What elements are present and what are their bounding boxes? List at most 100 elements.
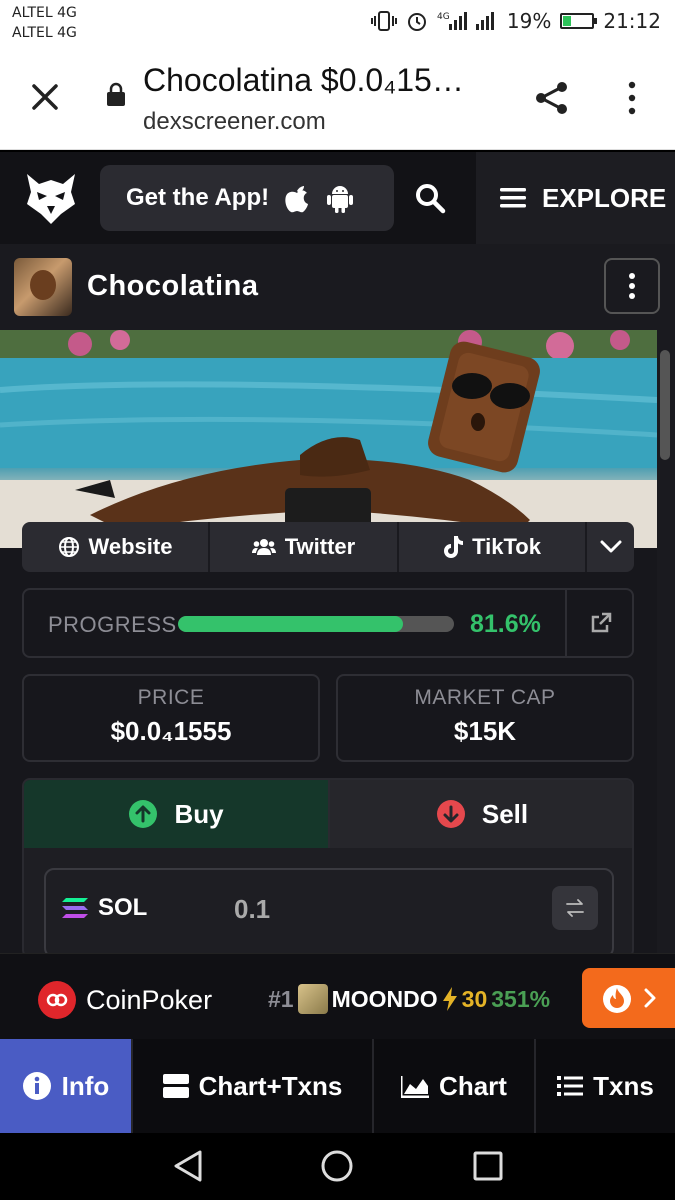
progress-bar (178, 616, 454, 632)
coinpoker-ad[interactable]: CoinPoker (38, 981, 212, 1019)
back-icon[interactable] (172, 1149, 204, 1183)
home-icon[interactable] (320, 1149, 354, 1183)
apple-icon (285, 186, 309, 213)
coinpoker-logo-icon (38, 981, 76, 1019)
currency-label: SOL (98, 894, 148, 921)
market-cap-value: $15K (453, 716, 517, 746)
tab-txns-label: Txns (593, 1070, 654, 1101)
tab-info[interactable]: Info (0, 1039, 133, 1133)
tab-info-label: Info (61, 1070, 110, 1101)
token-banner-image (0, 330, 657, 548)
more-links-button[interactable] (587, 522, 634, 572)
tab-chart[interactable]: Chart (374, 1039, 536, 1133)
market-cap-label: MARKET CAP (414, 686, 556, 709)
explore-button[interactable]: EXPLORE (476, 152, 675, 244)
token-avatar (14, 258, 72, 316)
progress-value: 81.6% (470, 610, 541, 638)
twitter-label: Twitter (284, 534, 356, 559)
get-app-button[interactable]: Get the App! (100, 165, 394, 231)
swap-button[interactable] (552, 886, 598, 930)
social-links-bar: Website Twitter TikTok (22, 522, 634, 572)
list-icon (557, 1076, 584, 1096)
explore-label: EXPLORE (542, 182, 667, 213)
scrollbar-thumb[interactable] (660, 350, 670, 460)
token-menu-button[interactable] (604, 258, 660, 314)
chevron-right-icon (644, 988, 655, 1008)
bottom-tab-bar: Info Chart+Txns Chart Txns (0, 1039, 675, 1133)
website-label: Website (88, 534, 173, 559)
amount-input-box[interactable]: SOL 0.1 (44, 868, 614, 956)
swap-icon (566, 899, 584, 917)
price-label: PRICE (137, 686, 205, 709)
buy-label: Buy (174, 798, 224, 829)
site-header: Get the App! EXPLORE (0, 152, 675, 244)
more-vertical-icon (629, 273, 635, 299)
get-app-label: Get the App! (126, 184, 270, 211)
recents-icon[interactable] (472, 1149, 504, 1183)
tiktok-link[interactable]: TikTok (399, 522, 587, 572)
trade-panel: Buy Sell SOL 0.1 (22, 778, 634, 958)
coinpoker-label: CoinPoker (86, 984, 213, 1015)
external-link-icon (591, 612, 611, 633)
progress-panel: PROGRESS 81.6% (22, 588, 634, 658)
svg-text:4G: 4G (437, 12, 450, 22)
status-bar: ALTEL 4G ALTEL 4G 4G 19% 21:12 (0, 0, 675, 50)
ticker-rank: #1 (268, 985, 294, 1012)
progress-label: PROGRESS (48, 612, 177, 637)
more-vertical-icon[interactable] (620, 80, 644, 116)
trending-button[interactable] (582, 968, 675, 1028)
close-icon[interactable] (28, 80, 62, 114)
price-value: $0.0₄1555 (110, 716, 232, 746)
solana-icon (62, 898, 88, 918)
network-4g-icon: 4G (437, 12, 467, 30)
tiktok-icon (444, 536, 464, 558)
search-icon[interactable] (412, 180, 448, 216)
arrow-up-circle-icon (129, 800, 158, 828)
tab-chart-txns-label: Chart+Txns (198, 1070, 343, 1101)
users-icon (251, 539, 276, 555)
battery-icon (560, 13, 598, 29)
hamburger-icon (500, 188, 526, 208)
lock-icon (107, 82, 125, 106)
vibrate-icon (370, 11, 397, 31)
carrier-2: ALTEL 4G (12, 25, 77, 41)
trending-ticker[interactable]: #1 MOONDO 30 351% (268, 984, 550, 1014)
url-text[interactable]: dexscreener.com (143, 108, 326, 136)
ad-ticker-bar: CoinPoker #1 MOONDO 30 351% (0, 953, 675, 1039)
market-cap-box: MARKET CAP $15K (336, 674, 634, 762)
split-view-icon (162, 1074, 189, 1098)
amount-value[interactable]: 0.1 (234, 894, 270, 925)
browser-toolbar: Chocolatina $0.0₄15… dexscreener.com (0, 50, 675, 150)
twitter-link[interactable]: Twitter (210, 522, 399, 572)
android-icon (327, 186, 354, 213)
ticker-change: 351% (491, 985, 551, 1012)
buy-tab[interactable]: Buy (24, 780, 330, 848)
page-title: Chocolatina $0.0₄15… (143, 62, 464, 98)
sell-tab[interactable]: Sell (330, 780, 632, 848)
banner-illustration (0, 330, 657, 548)
battery-percent: 19% (506, 9, 552, 33)
currency-selector[interactable]: SOL (60, 894, 147, 922)
share-icon[interactable] (532, 78, 572, 118)
token-name: Chocolatina (87, 270, 259, 302)
progress-bar-fill (178, 616, 404, 632)
tab-chart-txns[interactable]: Chart+Txns (133, 1039, 374, 1133)
ticker-boost: 30 (461, 985, 488, 1012)
tab-chart-label: Chart (439, 1070, 507, 1101)
clock: 21:12 (603, 9, 661, 33)
website-link[interactable]: Website (22, 522, 210, 572)
alarm-icon (407, 13, 426, 31)
chevron-down-icon (600, 540, 621, 553)
tab-txns[interactable]: Txns (536, 1039, 675, 1133)
external-link-button[interactable] (565, 590, 634, 656)
signal-icon (475, 12, 494, 30)
arrow-down-circle-icon (436, 800, 465, 828)
carrier-1: ALTEL 4G (12, 5, 77, 21)
ticker-name: MOONDO (331, 985, 438, 1012)
lightning-icon (442, 987, 457, 1011)
token-header: Chocolatina (0, 244, 675, 330)
price-box: PRICE $0.0₄1555 (22, 674, 320, 762)
fire-icon (602, 985, 631, 1013)
sell-label: Sell (481, 798, 529, 829)
dexscreener-logo-icon[interactable] (25, 170, 77, 226)
